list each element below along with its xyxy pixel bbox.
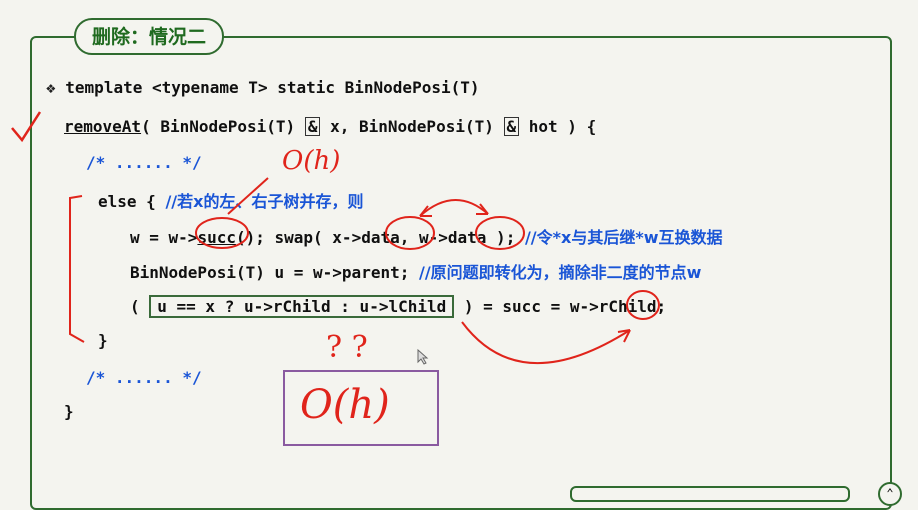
slide-title: 删除：情况二 [74,18,225,55]
code-line-1: ❖ template <typename T> static BinNodePo… [46,78,480,97]
ref-amp-1: & [304,117,321,136]
code-line-8: } [98,331,108,350]
code-line-10: } [64,402,74,421]
succ-prefix: w = w-> [130,228,198,247]
code-line-9: /* ...... */ [86,368,202,387]
params-b: x, BinNodePosi(T) [320,117,504,136]
code-line-3: /* ...... */ [86,153,202,172]
params-a: ( BinNodePosi(T) [141,117,305,136]
else-comment: //若x的左、右子树并存，则 [165,192,364,211]
params-c: hot ) { [519,117,597,136]
assign-code: ) = succ = w->rChild; [454,297,667,316]
annotation-oh-big: O(h) [300,382,390,428]
function-name: removeAt [64,117,142,136]
template-decl: template <typename T> static BinNodePosi… [65,78,480,97]
code-line-4: else { //若x的左、右子树并存，则 [98,188,363,212]
condition-box: u == x ? u->rChild : u->lChild [149,295,455,318]
parent-code: BinNodePosi(T) u = w->parent; [130,263,419,282]
bullet-icon: ❖ [46,78,56,97]
succ-call: succ [197,228,236,247]
chevron-up-icon: ⌃ [886,486,894,500]
paren-open: ( [130,297,150,316]
code-line-6: BinNodePosi(T) u = w->parent; //原问题即转化为，… [130,259,701,283]
swap-comment: //令*x与其后继*w互换数据 [524,228,723,247]
swap-code: (); swap( x->data, w->data ); [235,228,525,247]
parent-comment: //原问题即转化为，摘除非二度的节点w [418,263,702,282]
annotation-question: ? ? [326,330,368,365]
else-code: else { [98,192,166,211]
corner-button[interactable]: ⌃ [878,482,902,506]
annotation-oh-small: O(h) [282,146,341,176]
code-line-7: ( u == x ? u->rChild : u->lChild ) = suc… [130,295,666,318]
bottom-bar [570,486,850,502]
code-line-2: removeAt( BinNodePosi(T) & x, BinNodePos… [64,117,596,136]
ref-amp-2: & [503,117,520,136]
code-line-5: w = w->succ(); swap( x->data, w->data );… [130,224,722,248]
